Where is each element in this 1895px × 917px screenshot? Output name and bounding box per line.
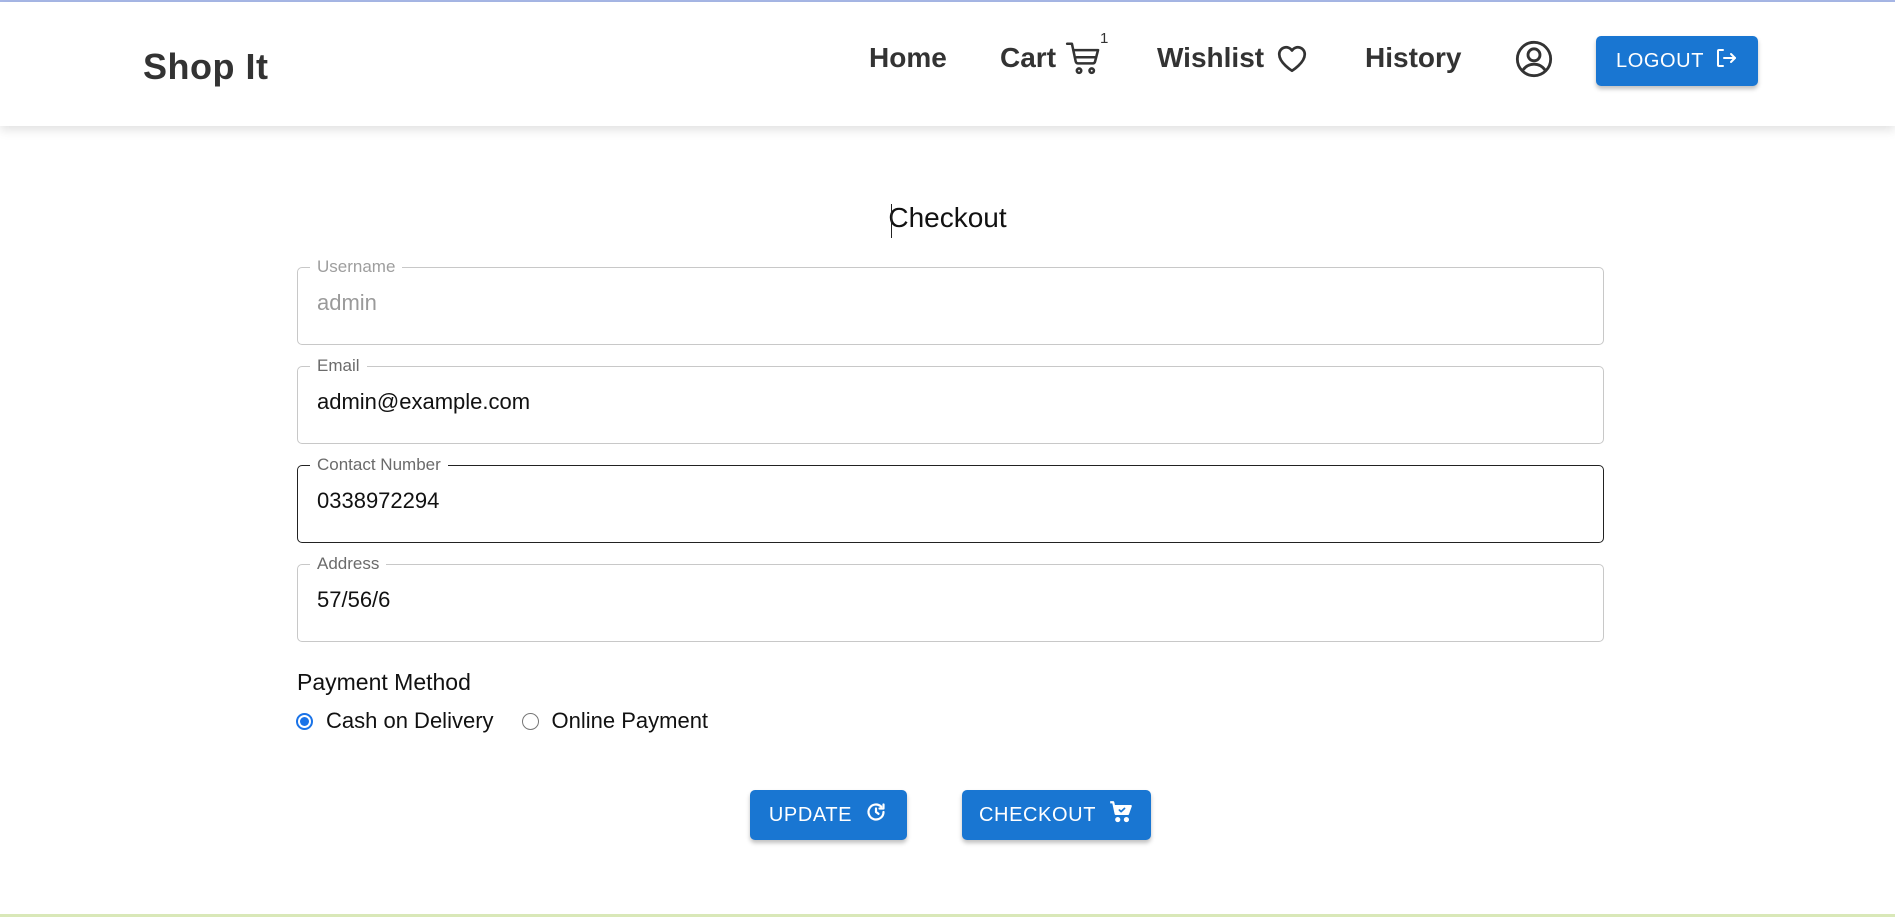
username-label: Username [310,257,403,277]
cart-count-badge: 1 [1100,30,1109,47]
payment-option-cash[interactable]: Cash on Delivery [296,708,494,734]
heart-outline-icon [1274,40,1310,76]
contact-number-input[interactable] [317,488,1577,514]
contact-number-label: Contact Number [310,455,448,475]
logout-button[interactable]: LOGOUT [1596,36,1758,86]
checkout-page: Checkout Username Email Contact Number A… [0,126,1895,916]
payment-method-radio-group: Cash on Delivery Online Payment [296,708,736,734]
online-payment-radio[interactable] [521,712,539,730]
text-cursor [891,204,892,238]
nav-cart-label: Cart [1000,42,1057,73]
username-input [317,290,1577,316]
payment-option-online[interactable]: Online Payment [521,708,709,734]
nav-wishlist-link[interactable]: Wishlist [1157,38,1310,78]
address-field[interactable]: Address [297,554,1604,642]
refresh-icon [864,800,888,830]
nav-home-label: Home [869,42,947,73]
payment-method-label: Payment Method [297,669,471,695]
online-payment-label: Online Payment [551,708,709,733]
navbar: Shop It Home Cart 1 Wishlist History LOG… [0,2,1895,126]
nav-history-label: History [1365,42,1462,73]
email-label: Email [310,356,367,376]
nav-cart-link[interactable]: Cart 1 [1000,30,1108,78]
nav-home-link[interactable]: Home [869,38,947,78]
address-label: Address [310,554,387,574]
email-field[interactable]: Email [297,356,1604,444]
email-input[interactable] [317,389,1577,415]
cash-on-delivery-label: Cash on Delivery [326,708,494,733]
shopping-cart-icon [1064,39,1102,77]
username-field: Username [297,257,1604,345]
address-input[interactable] [317,587,1577,613]
account-circle-icon[interactable] [1514,39,1554,79]
nav-history-link[interactable]: History [1365,38,1461,78]
page-title: Checkout [888,202,1007,233]
cash-on-delivery-radio[interactable] [296,712,313,730]
checkout-label: CHECKOUT [978,803,1097,826]
update-button[interactable]: UPDATE [750,790,907,840]
brand-logo[interactable]: Shop It [143,46,268,88]
nav-wishlist-label: Wishlist [1157,42,1265,73]
cart-check-icon [1108,799,1134,831]
contact-number-field[interactable]: Contact Number [297,455,1604,543]
checkout-button[interactable]: CHECKOUT [962,790,1151,840]
logout-icon [1714,46,1738,76]
update-label: UPDATE [768,803,853,826]
logout-label: LOGOUT [1615,49,1705,72]
